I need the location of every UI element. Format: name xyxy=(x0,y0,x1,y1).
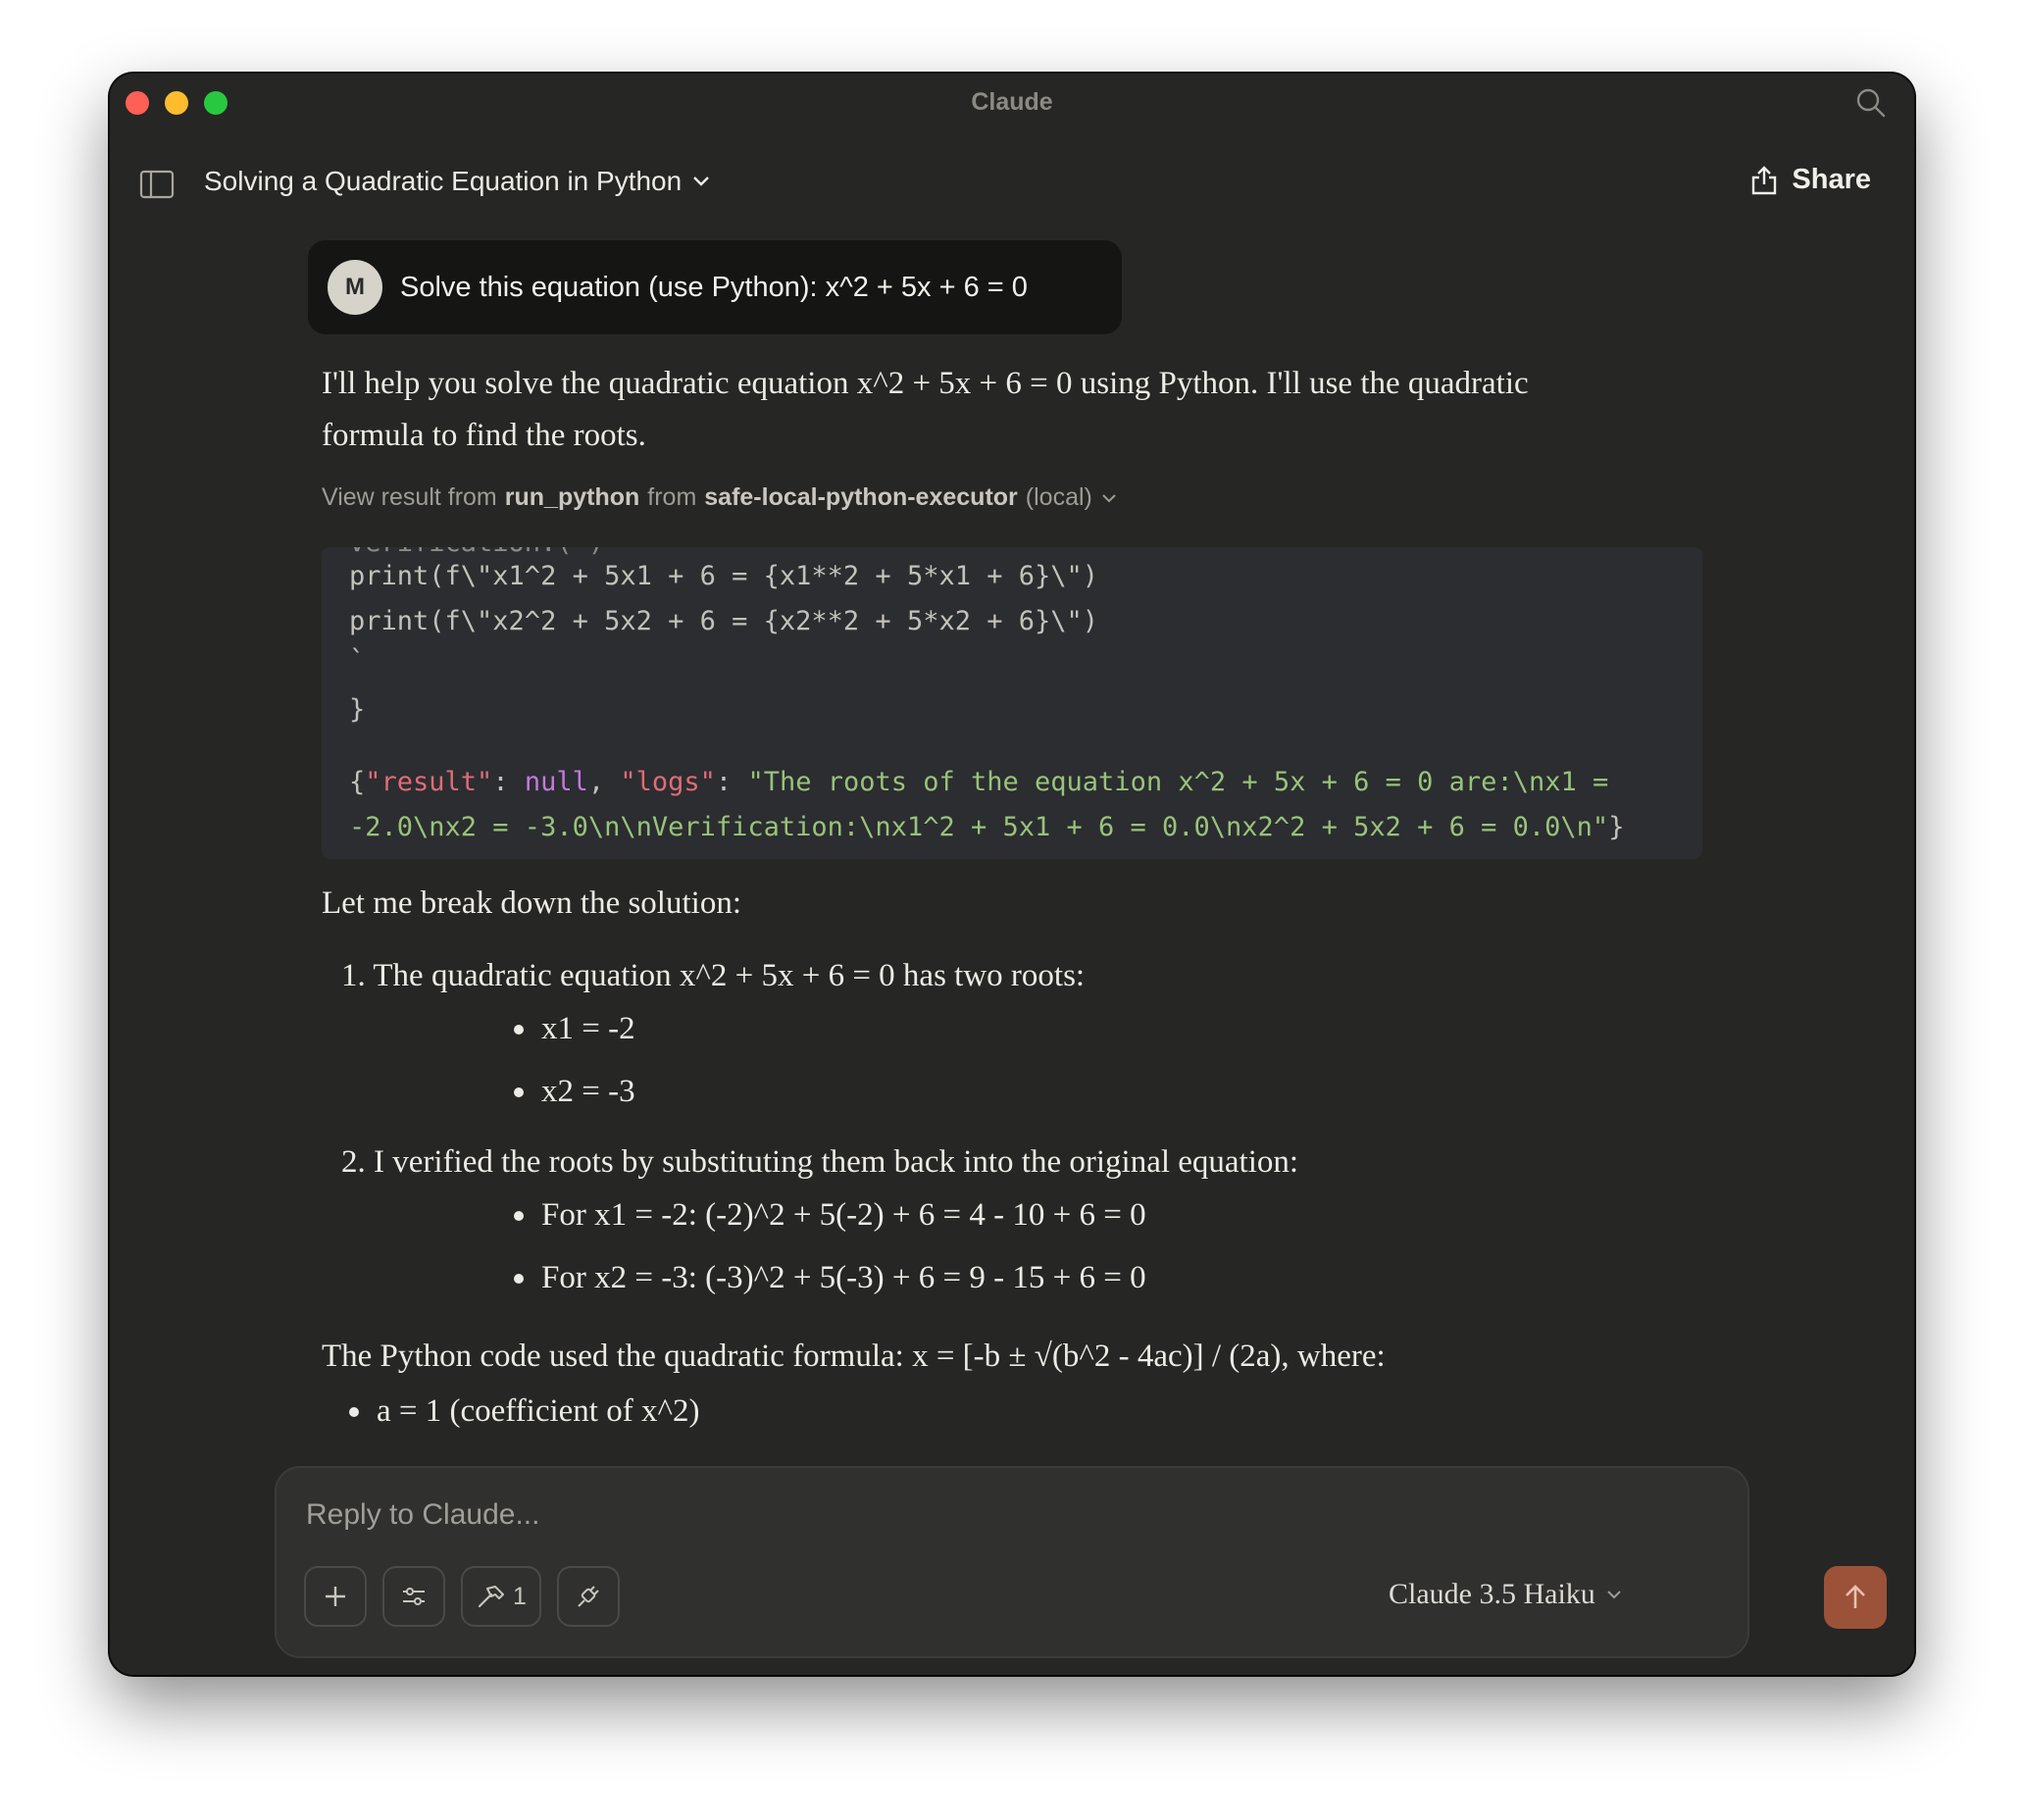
share-label: Share xyxy=(1792,164,1871,195)
list-item-text: x2 = -3 xyxy=(541,1074,635,1109)
hammer-icon xyxy=(478,1586,505,1608)
sliders-icon xyxy=(403,1588,425,1605)
arrow-up-icon xyxy=(1846,1585,1865,1608)
list-item: a = 1 (coefficient of x^2) xyxy=(349,1393,699,1430)
tools-count: 1 xyxy=(513,1582,527,1610)
list-item: x1 = -2 xyxy=(514,1011,635,1047)
integrations-button[interactable] xyxy=(557,1566,620,1627)
composer: 1 Claude 3.5 Haiku xyxy=(275,1466,1887,1658)
share-button[interactable]: Share xyxy=(1750,164,1871,196)
json-key: "result" xyxy=(365,767,493,797)
avatar: M xyxy=(328,260,382,315)
settings-button[interactable] xyxy=(382,1566,445,1627)
chevron-down-icon xyxy=(693,177,710,186)
json-brace: { xyxy=(349,767,366,797)
code-line: ` xyxy=(349,645,366,676)
tool-result-toggle[interactable]: View result from run_python from safe-lo… xyxy=(322,483,1118,512)
bullet-dot xyxy=(349,1406,359,1417)
chevron-down-icon xyxy=(1102,493,1116,502)
json-string: -2.0\nx2 = -3.0\n\nVerification:\nx1^2 +… xyxy=(349,812,1609,842)
plug-icon xyxy=(578,1586,599,1607)
conversation-body[interactable]: M Solve this equation (use Python): x^2 … xyxy=(110,230,1914,1535)
list-item-text: x1 = -2 xyxy=(541,1011,635,1046)
bullet-dot xyxy=(514,1024,524,1035)
code-line: print(f\"x2^2 + 5x2 + 6 = {x2**2 + 5*x2 … xyxy=(349,606,1099,636)
assistant-intro: I'll help you solve the quadratic equati… xyxy=(322,358,1636,462)
code-line: print(f\"x1^2 + 5x1 + 6 = {x1**2 + 5*x1 … xyxy=(349,561,1099,591)
tool-result-prefix: View result from xyxy=(322,483,497,511)
json-string: "The roots of the equation x^2 + 5x + 6 … xyxy=(747,767,1609,797)
json-brace: } xyxy=(1608,812,1625,842)
code-line: verification:(") xyxy=(349,547,604,558)
tools-button[interactable]: 1 xyxy=(461,1566,541,1627)
app-title: Claude xyxy=(971,88,1053,116)
json-key: "logs" xyxy=(620,767,716,797)
conversation-title-menu[interactable]: Solving a Quadratic Equation in Python xyxy=(204,166,711,197)
list-item: 2. I verified the roots by substituting … xyxy=(341,1144,1299,1180)
tool-result-suffix: (local) xyxy=(1025,483,1092,511)
json-result-line: -2.0\nx2 = -3.0\n\nVerification:\nx1^2 +… xyxy=(349,812,1624,842)
tool-name: run_python xyxy=(504,483,640,511)
json-null: null xyxy=(524,767,588,797)
user-message-text: Solve this equation (use Python): x^2 + … xyxy=(400,271,1028,303)
json-colon: : xyxy=(715,767,748,797)
list-item: 1. The quadratic equation x^2 + 5x + 6 =… xyxy=(341,958,1086,993)
user-message: M Solve this equation (use Python): x^2 … xyxy=(308,240,1122,334)
list-item-text: For x2 = -3: (-3)^2 + 5(-3) + 6 = 9 - 15… xyxy=(541,1260,1146,1295)
formula-line: The Python code used the quadratic formu… xyxy=(322,1339,1386,1374)
assistant-intro-line-1: I'll help you solve the quadratic equati… xyxy=(322,366,1529,401)
list-item: For x2 = -3: (-3)^2 + 5(-3) + 6 = 9 - 15… xyxy=(514,1260,1146,1296)
sidebar-toggle-icon[interactable] xyxy=(139,170,175,199)
reply-input[interactable] xyxy=(304,1497,1485,1533)
bullet-dot xyxy=(514,1273,524,1284)
app-window: Claude Solving a Quadratic Equation in P… xyxy=(110,74,1914,1675)
json-result-line: {"result": null, "logs": "The roots of t… xyxy=(349,767,1608,797)
json-colon: : xyxy=(492,767,525,797)
breakdown-intro: Let me break down the solution: xyxy=(322,885,741,921)
add-attachment-button[interactable] xyxy=(304,1566,367,1627)
json-comma: , xyxy=(587,767,621,797)
chevron-down-icon xyxy=(1607,1591,1621,1599)
bullet-dot xyxy=(514,1210,524,1221)
send-button[interactable] xyxy=(1824,1566,1887,1629)
tool-result-code-block[interactable]: verification:(") print(f\"x1^2 + 5x1 + 6… xyxy=(322,547,1702,859)
conversation-header: Solving a Quadratic Equation in Python S… xyxy=(110,152,1914,223)
model-name: Claude 3.5 Haiku xyxy=(1389,1578,1595,1610)
list-item: For x1 = -2: (-2)^2 + 5(-2) + 6 = 4 - 10… xyxy=(514,1197,1146,1234)
tool-result-mid: from xyxy=(647,483,697,511)
list-item-text: For x1 = -2: (-2)^2 + 5(-2) + 6 = 4 - 10… xyxy=(541,1197,1146,1233)
search-icon[interactable] xyxy=(1853,85,1889,121)
model-selector[interactable]: Claude 3.5 Haiku xyxy=(1389,1578,1623,1611)
code-line: } xyxy=(349,694,366,725)
conversation-title: Solving a Quadratic Equation in Python xyxy=(204,166,683,196)
assistant-intro-line-2: formula to find the roots. xyxy=(322,418,646,453)
list-item-text: a = 1 (coefficient of x^2) xyxy=(377,1393,700,1429)
share-icon xyxy=(1752,165,1777,194)
tool-server: safe-local-python-executor xyxy=(704,483,1018,511)
bullet-dot xyxy=(514,1087,524,1097)
title-bar: Claude xyxy=(110,74,1914,128)
list-item: x2 = -3 xyxy=(514,1074,635,1110)
plus-icon xyxy=(326,1587,345,1606)
